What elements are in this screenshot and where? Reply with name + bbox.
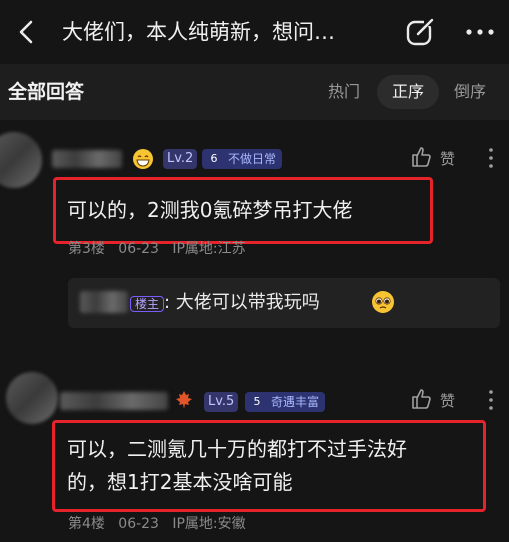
badge-label: 不做日常 bbox=[228, 152, 277, 166]
reply-line: 楼主: 大佬可以带我玩吗 bbox=[130, 292, 320, 314]
section-title: 全部回答 bbox=[8, 81, 85, 103]
more-vertical-icon[interactable] bbox=[488, 146, 494, 170]
date: 06-23 bbox=[118, 241, 159, 257]
reply-username[interactable] bbox=[80, 291, 128, 313]
floor: 第3楼 bbox=[68, 241, 105, 257]
ip-location: IP属地:安徽 bbox=[172, 516, 246, 532]
answer-content: 可以的，2测我0氪碎梦吊打大佬 bbox=[67, 198, 353, 222]
reply-text: : 大佬可以带我玩吗 bbox=[164, 292, 320, 313]
username[interactable] bbox=[60, 392, 168, 410]
back-icon[interactable] bbox=[12, 17, 42, 47]
badge-label: 奇遇丰富 bbox=[271, 395, 320, 409]
level-badge: Lv.5 bbox=[204, 392, 239, 412]
ip-location: IP属地:江苏 bbox=[172, 241, 246, 257]
more-vertical-icon[interactable] bbox=[488, 388, 494, 412]
tab-descending[interactable]: 倒序 bbox=[440, 75, 500, 109]
thumbs-up-icon[interactable] bbox=[410, 388, 432, 410]
answer-meta: 第3楼 06-23 IP属地:江苏 bbox=[68, 239, 246, 259]
host-tag: 楼主 bbox=[130, 296, 165, 312]
answer-content-line1: 可以，二测氪几十万的都打不过手法好 bbox=[67, 437, 407, 461]
level-badge: Lv.2 bbox=[163, 149, 198, 169]
page-title: 大佬们，本人纯萌新，想问… bbox=[62, 20, 335, 44]
more-icon[interactable] bbox=[464, 18, 496, 46]
tab-ascending[interactable]: 正序 bbox=[377, 75, 439, 109]
pleading-emoji-icon bbox=[372, 291, 394, 313]
answer-content-line2: 的，想1打2基本没啥可能 bbox=[67, 470, 293, 494]
answer-meta: 第4楼 06-23 IP属地:安徽 bbox=[68, 514, 246, 534]
date: 06-23 bbox=[118, 516, 159, 532]
username[interactable] bbox=[52, 150, 122, 168]
grin-emoji-icon bbox=[133, 149, 153, 169]
maple-leaf-icon bbox=[176, 391, 192, 409]
like-label[interactable]: 赞 bbox=[440, 148, 455, 169]
like-label[interactable]: 赞 bbox=[440, 390, 455, 411]
title-badge: 5 奇遇丰富 bbox=[245, 392, 326, 412]
avatar[interactable] bbox=[0, 132, 42, 188]
floor: 第4楼 bbox=[68, 516, 105, 532]
thumbs-up-icon[interactable] bbox=[410, 146, 432, 168]
badge-number: 6 bbox=[210, 152, 218, 165]
avatar[interactable] bbox=[6, 372, 58, 424]
badge-number: 5 bbox=[253, 395, 261, 408]
title-badge: 6 不做日常 bbox=[202, 149, 283, 169]
share-icon[interactable] bbox=[404, 16, 436, 48]
tab-hot[interactable]: 热门 bbox=[316, 75, 372, 109]
